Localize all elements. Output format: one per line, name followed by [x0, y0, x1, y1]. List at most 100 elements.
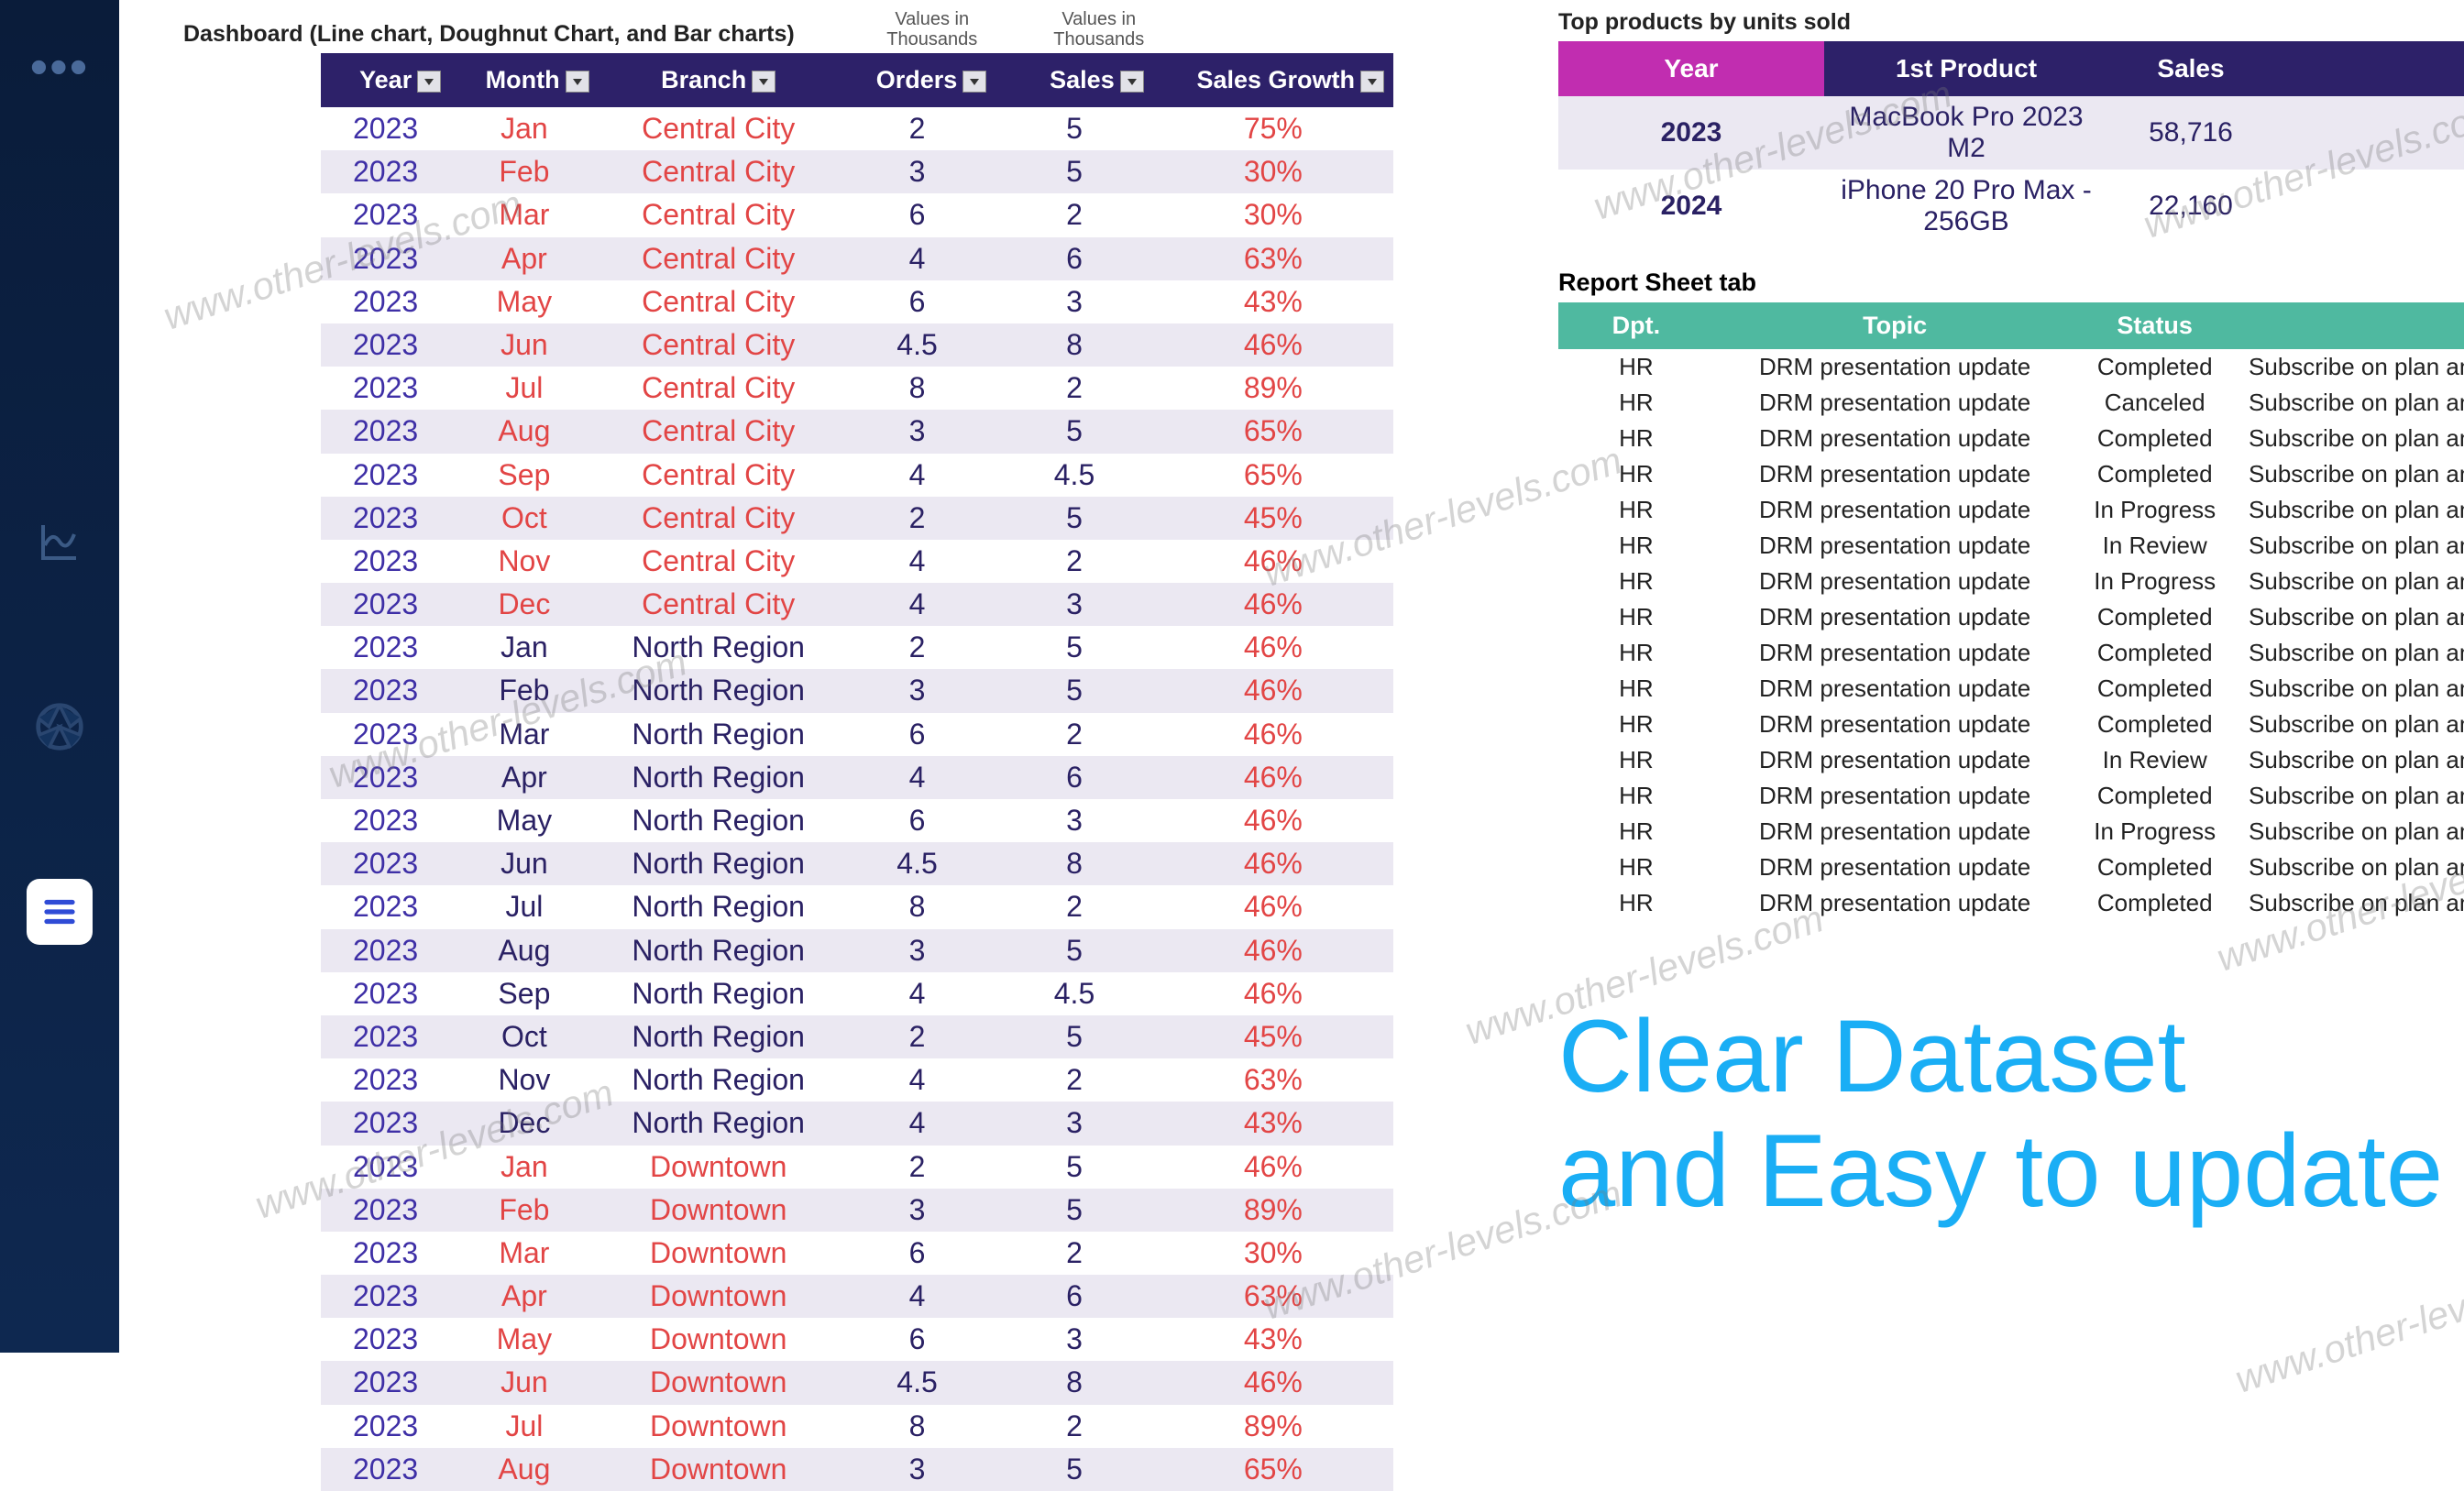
cell-note: Subscribe on plan and v: [2234, 349, 2464, 385]
cell-year: 2023: [321, 237, 450, 280]
table-row[interactable]: HRDRM presentation updateCompletedSubscr…: [1558, 778, 2464, 814]
cell-orders: 4.5: [839, 323, 996, 367]
menu-icon[interactable]: [27, 879, 93, 945]
table-row[interactable]: 2023OctCentral City2545%: [321, 497, 1393, 540]
col-header-branch[interactable]: Branch: [599, 53, 839, 107]
table-row[interactable]: 2023NovCentral City4246%: [321, 540, 1393, 583]
cell-year: 2023: [321, 885, 450, 928]
chart-icon[interactable]: [27, 509, 93, 575]
col-header-orders[interactable]: Orders: [839, 53, 996, 107]
table-row[interactable]: 2023JanNorth Region2546%: [321, 626, 1393, 669]
table-row[interactable]: 2023MayNorth Region6346%: [321, 799, 1393, 842]
table-row[interactable]: 2023DecCentral City4346%: [321, 583, 1393, 626]
filter-icon[interactable]: [566, 71, 589, 93]
filter-icon[interactable]: [1120, 71, 1144, 93]
promo-text: Clear Dataset and Easy to update: [1558, 999, 2443, 1229]
rep-header-topic[interactable]: Topic: [1714, 302, 2076, 349]
col-header-year[interactable]: Year: [321, 53, 450, 107]
table-row[interactable]: 2023FebNorth Region3546%: [321, 669, 1393, 712]
col-header-sales-growth[interactable]: Sales Growth: [1153, 53, 1393, 107]
table-row[interactable]: 2023JanCentral City2575%: [321, 107, 1393, 150]
table-row[interactable]: HRDRM presentation updateIn ProgressSubs…: [1558, 814, 2464, 850]
rep-header-status[interactable]: Status: [2075, 302, 2234, 349]
cell-growth: 46%: [1153, 669, 1393, 712]
col-header-month[interactable]: Month: [450, 53, 598, 107]
table-row[interactable]: 2023NovNorth Region4263%: [321, 1058, 1393, 1102]
cell-year: 2023: [321, 280, 450, 323]
cell-topic: DRM presentation update: [1714, 885, 2076, 921]
table-row[interactable]: 2023JanDowntown2546%: [321, 1146, 1393, 1189]
table-row[interactable]: 2023DecNorth Region4343%: [321, 1102, 1393, 1145]
table-row[interactable]: HRDRM presentation updateCompletedSubscr…: [1558, 456, 2464, 492]
filter-icon[interactable]: [752, 71, 776, 93]
cell-year: 2023: [321, 1232, 450, 1275]
table-row[interactable]: HRDRM presentation updateCompletedSubscr…: [1558, 349, 2464, 385]
cell-month: Nov: [450, 540, 598, 583]
table-row[interactable]: 2023AugDowntown3565%: [321, 1448, 1393, 1491]
table-row[interactable]: 2023MarDowntown6230%: [321, 1232, 1393, 1275]
table-row[interactable]: 2023AprNorth Region4646%: [321, 756, 1393, 799]
table-row[interactable]: 2023JunDowntown4.5846%: [321, 1361, 1393, 1404]
table-row[interactable]: 2023MacBook Pro 2023 M258,716: [1558, 96, 2464, 170]
cell-status: In Review: [2075, 742, 2234, 778]
table-row[interactable]: HRDRM presentation updateCompletedSubscr…: [1558, 885, 2464, 921]
table-row[interactable]: HRDRM presentation updateCanceledSubscri…: [1558, 385, 2464, 421]
cell-branch: Downtown: [599, 1318, 839, 1361]
table-row[interactable]: 2023MarNorth Region6246%: [321, 713, 1393, 756]
table-row[interactable]: 2023FebDowntown3589%: [321, 1189, 1393, 1232]
table-row[interactable]: HRDRM presentation updateIn ProgressSubs…: [1558, 564, 2464, 599]
table-row[interactable]: 2023JunCentral City4.5846%: [321, 323, 1393, 367]
cell-growth: 45%: [1153, 497, 1393, 540]
cell-branch: Downtown: [599, 1448, 839, 1491]
cell-dpt: HR: [1558, 385, 1714, 421]
table-row[interactable]: 2023AugNorth Region3546%: [321, 929, 1393, 972]
table-row[interactable]: HRDRM presentation updateCompletedSubscr…: [1558, 599, 2464, 635]
table-row[interactable]: HRDRM presentation updateIn ReviewSubscr…: [1558, 528, 2464, 564]
table-row[interactable]: 2023JunNorth Region4.5846%: [321, 842, 1393, 885]
rep-header-blank: [2234, 302, 2464, 349]
table-row[interactable]: 2024iPhone 20 Pro Max - 256GB22,160: [1558, 170, 2464, 243]
table-row[interactable]: 2023MayCentral City6343%: [321, 280, 1393, 323]
table-row[interactable]: 2023FebCentral City3530%: [321, 150, 1393, 193]
aperture-icon[interactable]: [27, 694, 93, 760]
cell-growth: 46%: [1153, 1146, 1393, 1189]
table-row[interactable]: 2023AprDowntown4663%: [321, 1275, 1393, 1318]
table-row[interactable]: HRDRM presentation updateCompletedSubscr…: [1558, 421, 2464, 456]
table-row[interactable]: 2023JulNorth Region8246%: [321, 885, 1393, 928]
table-row[interactable]: 2023OctNorth Region2545%: [321, 1015, 1393, 1058]
table-row[interactable]: 2023SepNorth Region44.546%: [321, 972, 1393, 1015]
window-controls-icon[interactable]: •••: [30, 37, 90, 96]
cell-orders: 6: [839, 1232, 996, 1275]
cell-year: 2023: [321, 756, 450, 799]
cell-growth: 63%: [1153, 237, 1393, 280]
cell-branch: North Region: [599, 929, 839, 972]
tp-header-sales[interactable]: Sales: [2108, 41, 2273, 96]
table-row[interactable]: 2023SepCentral City44.565%: [321, 454, 1393, 497]
cell-orders: 6: [839, 799, 996, 842]
table-row[interactable]: 2023JulCentral City8289%: [321, 367, 1393, 410]
tp-header-year[interactable]: Year: [1558, 41, 1824, 96]
table-row[interactable]: 2023AugCentral City3565%: [321, 410, 1393, 453]
filter-icon[interactable]: [1360, 71, 1384, 93]
table-row[interactable]: 2023MayDowntown6343%: [321, 1318, 1393, 1361]
cell-topic: DRM presentation update: [1714, 778, 2076, 814]
table-row[interactable]: 2023AprCentral City4663%: [321, 237, 1393, 280]
cell-sales: 2: [996, 885, 1152, 928]
cell-topic: DRM presentation update: [1714, 850, 2076, 885]
cell-orders: 2: [839, 626, 996, 669]
table-row[interactable]: HRDRM presentation updateCompletedSubscr…: [1558, 635, 2464, 671]
table-row[interactable]: 2023JulDowntown8289%: [321, 1405, 1393, 1448]
table-row[interactable]: HRDRM presentation updateCompletedSubscr…: [1558, 850, 2464, 885]
table-row[interactable]: 2023MarCentral City6230%: [321, 193, 1393, 236]
table-row[interactable]: HRDRM presentation updateIn ReviewSubscr…: [1558, 742, 2464, 778]
tp-header-product[interactable]: 1st Product: [1824, 41, 2108, 96]
rep-header-dpt[interactable]: Dpt.: [1558, 302, 1714, 349]
cell-sales: 5: [996, 410, 1152, 453]
table-row[interactable]: HRDRM presentation updateCompletedSubscr…: [1558, 707, 2464, 742]
filter-icon[interactable]: [962, 71, 986, 93]
cell-branch: North Region: [599, 842, 839, 885]
table-row[interactable]: HRDRM presentation updateCompletedSubscr…: [1558, 671, 2464, 707]
table-row[interactable]: HRDRM presentation updateIn ProgressSubs…: [1558, 492, 2464, 528]
filter-icon[interactable]: [417, 71, 441, 93]
col-header-sales[interactable]: Sales: [996, 53, 1152, 107]
